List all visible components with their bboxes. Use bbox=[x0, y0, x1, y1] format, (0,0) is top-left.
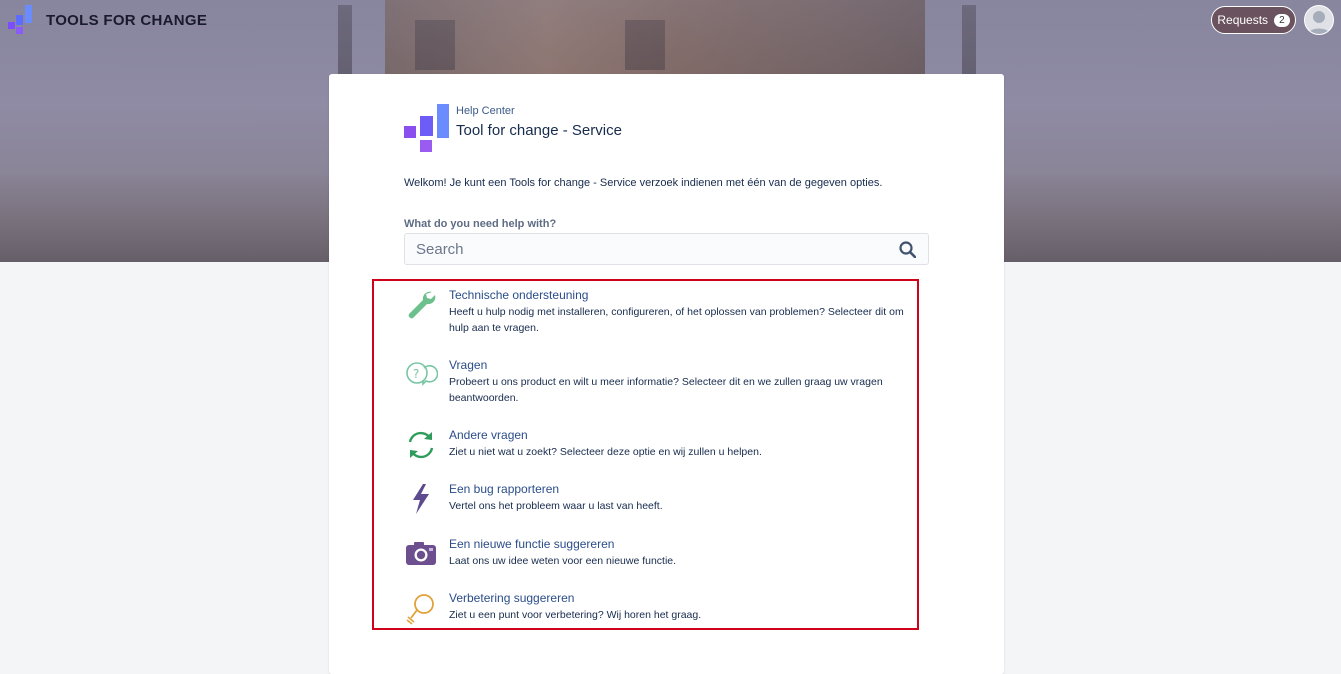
camera-icon bbox=[406, 542, 436, 565]
wrench-icon bbox=[408, 291, 436, 319]
request-type-title: Een nieuwe functie suggereren bbox=[449, 537, 615, 551]
request-type-description: Ziet u een punt voor verbetering? Wij ho… bbox=[449, 609, 702, 621]
refresh-arrows-icon bbox=[408, 431, 434, 459]
svg-text:?: ? bbox=[413, 367, 419, 381]
search-label: What do you need help with? bbox=[404, 218, 557, 230]
help-center-label[interactable]: Help Center bbox=[456, 105, 515, 117]
question-bubbles-icon: ? bbox=[406, 362, 438, 386]
user-avatar[interactable] bbox=[1304, 5, 1334, 35]
tools-for-change-logo-icon bbox=[8, 5, 32, 34]
request-type-description: Heeft u hulp nodig met installeren, conf… bbox=[449, 306, 904, 334]
request-type-description: Vertel ons het probleem waar u last van … bbox=[449, 500, 663, 512]
request-type-title: Vragen bbox=[449, 358, 488, 372]
search-box bbox=[404, 233, 929, 265]
request-type-description: Ziet u niet wat u zoekt? Selecteer deze … bbox=[449, 446, 762, 458]
brand-logo-link[interactable]: TOOLS FOR CHANGE bbox=[8, 5, 207, 35]
search-input[interactable] bbox=[405, 234, 897, 264]
help-center-card: Help Center Tool for change - Service We… bbox=[329, 74, 1004, 674]
request-type-title: Verbetering suggereren bbox=[449, 591, 575, 605]
request-type-title: Een bug rapporteren bbox=[449, 482, 560, 496]
requests-count-badge: 2 bbox=[1274, 13, 1290, 27]
service-desk-title: Tool for change - Service bbox=[456, 122, 622, 139]
lightning-icon bbox=[413, 484, 429, 514]
brand-name: TOOLS FOR CHANGE bbox=[46, 11, 208, 29]
lightbulb-icon bbox=[406, 594, 434, 625]
help-center-logo-icon bbox=[404, 104, 449, 152]
requests-button[interactable]: Requests 2 bbox=[1211, 6, 1296, 34]
search-icon[interactable] bbox=[899, 241, 916, 258]
request-type-description: Laat ons uw idee weten voor een nieuwe f… bbox=[449, 555, 677, 567]
requests-label: Requests bbox=[1217, 13, 1269, 27]
request-type-title: Technische ondersteuning bbox=[449, 288, 589, 302]
welcome-message: Welkom! Je kunt een Tools for change - S… bbox=[404, 177, 883, 189]
request-type-title: Andere vragen bbox=[449, 428, 528, 442]
request-type-description: Probeert u ons product en wilt u meer in… bbox=[449, 376, 883, 404]
